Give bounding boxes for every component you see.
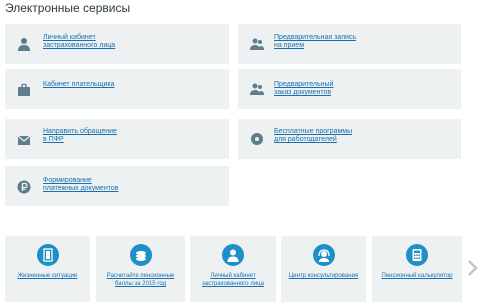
person-icon [222, 244, 244, 266]
service-send-appeal[interactable]: Направить обращение в ПФР [5, 119, 229, 159]
service-label: Предварительный заказ документов [274, 81, 334, 96]
service-free-programs[interactable]: Бесплатные программы для работодателей [238, 119, 461, 159]
pension-points-tile[interactable]: Расчитайте пенсионные баллы за 2015 год [96, 236, 185, 302]
coins-icon [129, 244, 152, 266]
service-label: Бесплатные программы для работодателей [274, 128, 353, 143]
service-label: Предварительная запись на прием [274, 34, 357, 49]
consulting-center-tile[interactable]: Центр консультирования [281, 236, 366, 302]
service-label: Кабинет плательщика [43, 81, 115, 88]
tile-label: Жизненные ситуации [17, 273, 78, 279]
service-label: Формирование платежных документов [43, 177, 119, 192]
people-icon [250, 82, 264, 96]
disc-icon [250, 132, 264, 146]
tile-label: Личный кабинет застрахованного лица [202, 273, 264, 287]
service-payment-documents[interactable]: Формирование платежных документов [5, 166, 229, 206]
service-label: Личный кабинет застрахованного лица [43, 34, 116, 49]
headset-icon [312, 244, 335, 266]
person-icon [17, 37, 31, 51]
calculator-icon [406, 244, 428, 266]
door-icon [36, 244, 59, 266]
pension-calculator-tile[interactable]: Пенсионный калькулятор [372, 236, 462, 302]
page-title: Электронные сервисы [5, 1, 131, 15]
envelope-icon [17, 133, 31, 147]
life-situations-tile[interactable]: Жизненные ситуации [5, 236, 90, 302]
tile-label: Расчитайте пенсионные баллы за 2015 год [106, 273, 175, 287]
service-document-order[interactable]: Предварительный заказ документов [238, 69, 461, 109]
tile-label: Пенсионный калькулятор [381, 273, 453, 279]
personal-cabinet-tile[interactable]: Личный кабинет застрахованного лица [190, 236, 276, 302]
chevron-right-icon[interactable] [466, 258, 480, 278]
service-appointment[interactable]: Предварительная запись на прием [238, 24, 461, 64]
people-icon [250, 37, 264, 51]
ruble-icon [17, 180, 31, 194]
service-payer-cabinet[interactable]: Кабинет плательщика [5, 69, 229, 109]
service-label: Направить обращение в ПФР [43, 128, 117, 143]
briefcase-icon [17, 83, 31, 97]
tile-label: Центр консультирования [288, 273, 359, 279]
service-personal-cabinet[interactable]: Личный кабинет застрахованного лица [5, 24, 229, 64]
